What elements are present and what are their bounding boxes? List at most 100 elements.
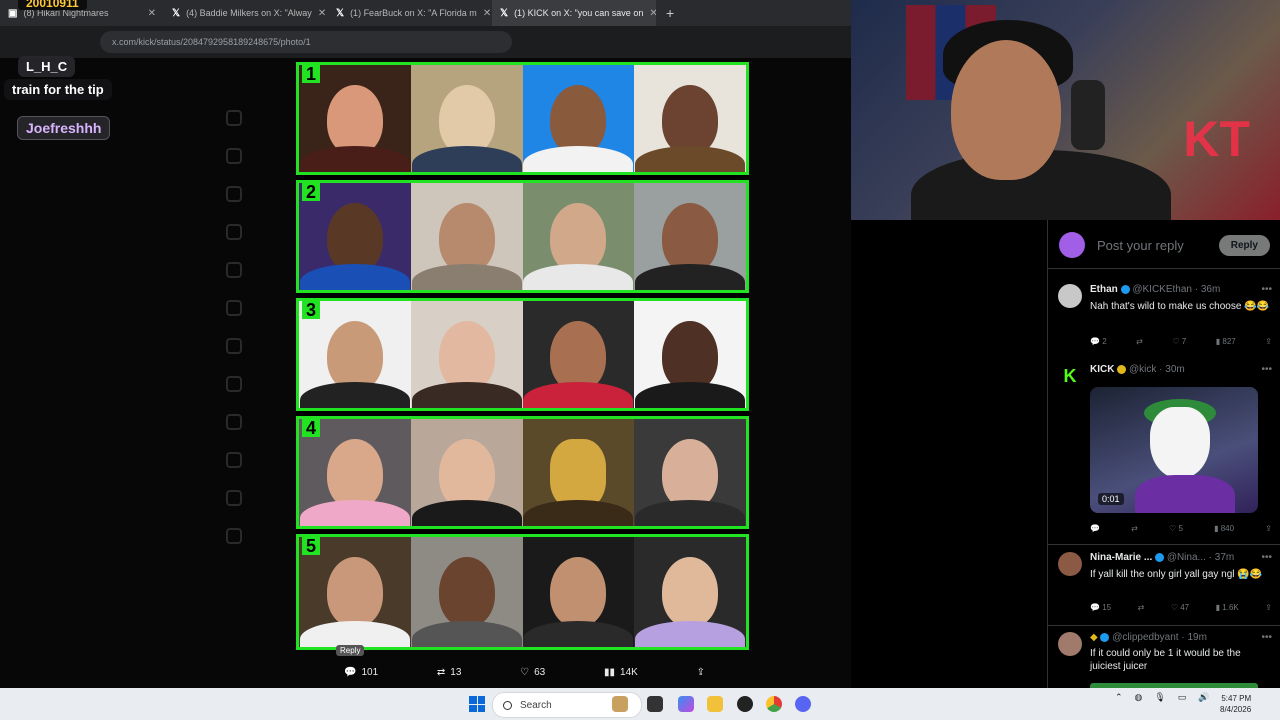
heart-icon[interactable]: ♡ 47 — [1171, 603, 1189, 612]
reply-item[interactable]: Nina-Marie ... @Nina... · 37m ••• If yal… — [1058, 552, 1272, 616]
chat-username-2-text: Joefreshhh — [26, 120, 102, 136]
tab-label: (1) KICK on X: "you can save on — [514, 8, 644, 18]
nav-more[interactable] — [226, 528, 242, 544]
display-icon[interactable]: ▭ — [1178, 692, 1187, 703]
portrait — [634, 183, 746, 290]
browser-tab[interactable]: 𝕏 (1) FearBuck on X: "A Florida m ✕ — [328, 0, 492, 26]
tweet-photo[interactable]: 1 2 3 4 5 — [296, 62, 749, 650]
views-icon[interactable]: ▮ 840 — [1214, 524, 1234, 533]
reply-item[interactable]: ◆ @clippedbyant · 19m ••• If it could on… — [1058, 632, 1272, 689]
more-icon[interactable]: ••• — [1261, 632, 1272, 643]
share-button[interactable]: ⇪ — [697, 667, 705, 678]
reply-header: Ethan @KICKEthan · 36m — [1090, 284, 1270, 295]
video-duration: 0:01 — [1098, 493, 1124, 505]
reply-icon[interactable]: 💬 15 — [1090, 603, 1111, 612]
heart-icon: ♡ — [520, 666, 530, 678]
reply-video[interactable]: 0:01 — [1090, 387, 1258, 513]
portrait — [522, 183, 635, 290]
reply-submit-button[interactable]: Reply — [1218, 234, 1270, 256]
bookmark-icon — [226, 376, 242, 392]
nav-articles[interactable] — [226, 452, 242, 468]
volume-icon[interactable]: 🔊 — [1198, 692, 1209, 703]
mic-icon[interactable]: 🎙 — [1154, 692, 1165, 703]
windows-start-icon[interactable] — [469, 696, 485, 712]
headphones-icon — [1071, 80, 1105, 150]
stat-value: 7 — [1181, 337, 1187, 346]
close-tab-icon[interactable]: ✕ — [318, 8, 326, 19]
heart-icon[interactable]: ♡ 7 — [1172, 337, 1186, 346]
nav-notifications[interactable] — [226, 186, 242, 202]
reply-icon[interactable]: 💬 2 — [1090, 337, 1107, 346]
stat-value: 840 — [1220, 524, 1235, 533]
nav-monetization[interactable] — [226, 338, 242, 354]
chevron-up-icon[interactable]: ⌃ — [1115, 692, 1123, 703]
nav-explore[interactable] — [226, 148, 242, 164]
portrait — [410, 419, 523, 526]
discord-icon[interactable] — [795, 696, 811, 712]
nav-creator[interactable] — [226, 414, 242, 430]
share-icon[interactable]: ⇪ — [1265, 524, 1272, 533]
portrait — [410, 183, 523, 290]
close-tab-icon[interactable]: ✕ — [148, 8, 156, 19]
browser-tab-bar: ▣ (8) Hikari Nightmares ✕ 𝕏 (4) Baddie Milk… — [0, 0, 851, 26]
system-tray: ⌃ ◍ 🎙 ▭ 🔊 — [1115, 692, 1210, 703]
stat-value: 47 — [1180, 603, 1190, 612]
reply-input[interactable]: Post your reply — [1097, 238, 1219, 253]
reply-icon[interactable]: 💬 — [1090, 524, 1100, 533]
more-icon[interactable]: ••• — [1261, 364, 1272, 375]
share-icon[interactable]: ⇪ — [1265, 603, 1272, 612]
nav-grok[interactable] — [226, 262, 242, 278]
copilot-icon[interactable] — [678, 696, 694, 712]
more-icon[interactable]: ••• — [1261, 284, 1272, 295]
close-tab-icon[interactable]: ✕ — [483, 8, 491, 19]
address-bar-row: x.com/kick/status/2084792958189248675/ph… — [0, 26, 851, 58]
repost-icon[interactable]: ⇄ — [1131, 524, 1138, 533]
more-icon — [226, 528, 242, 544]
article-icon — [226, 452, 242, 468]
close-tab-icon[interactable]: ✕ — [649, 8, 656, 19]
reply-item[interactable]: Ethan @KICKEthan · 36m ••• Nah that's wi… — [1058, 284, 1272, 346]
grid-row: 1 — [296, 62, 749, 175]
home-icon — [226, 110, 242, 126]
verified-icon — [1120, 284, 1130, 294]
reply-text: If yall kill the only girl yall gay ngl … — [1090, 569, 1263, 580]
search-icon — [503, 700, 512, 710]
reply-stats: 💬 ⇄ ♡ 5 ▮ 840 ⇪ — [1090, 524, 1272, 533]
like-button[interactable]: ♡ 63 — [520, 667, 545, 678]
nav-home[interactable] — [226, 110, 242, 126]
nav-chat[interactable] — [226, 224, 242, 240]
browser-tab[interactable]: 𝕏 (4) Baddie Milkers on X: "Alway ✕ — [164, 0, 328, 26]
verified-icon — [1100, 632, 1110, 642]
search-icon — [226, 148, 242, 164]
nav-premium[interactable] — [226, 300, 242, 316]
new-tab-button[interactable]: + — [656, 5, 684, 21]
portrait — [410, 301, 523, 408]
more-icon[interactable]: ••• — [1261, 552, 1272, 563]
widget-icon[interactable] — [612, 696, 628, 712]
avatar — [1059, 232, 1085, 258]
heart-icon[interactable]: ♡ 5 — [1169, 524, 1183, 533]
repost-icon[interactable]: ⇄ — [1136, 337, 1143, 346]
repost-button[interactable]: ⇄ 13 — [437, 667, 462, 678]
reply-handle: @clippedbyant — [1112, 632, 1179, 643]
share-icon: ⇪ — [696, 666, 705, 678]
file-explorer-icon[interactable] — [707, 696, 723, 712]
obs-icon[interactable] — [737, 696, 753, 712]
browser-tab-active[interactable]: 𝕏 (1) KICK on X: "you can save on ✕ — [492, 0, 656, 26]
taskbar-clock[interactable]: 5:47 PM 8/4/2026 — [1220, 693, 1251, 715]
nav-bookmarks[interactable] — [226, 376, 242, 392]
views-icon[interactable]: ▮ 1.6K — [1216, 603, 1239, 612]
reply-button[interactable]: 💬 101 — [344, 667, 378, 678]
nav-profile[interactable] — [226, 490, 242, 506]
address-bar[interactable]: x.com/kick/status/2084792958189248675/ph… — [100, 31, 512, 53]
reply-time: · 30m — [1159, 364, 1185, 375]
creator-icon — [226, 414, 242, 430]
task-view-icon[interactable] — [647, 696, 663, 712]
share-icon[interactable]: ⇪ — [1265, 337, 1272, 346]
views-icon[interactable]: ▮ 827 — [1216, 337, 1236, 346]
chat-message: train for the tip — [4, 79, 112, 100]
network-icon[interactable]: ◍ — [1135, 692, 1143, 703]
chrome-icon[interactable] — [766, 696, 782, 712]
views-button[interactable]: ▮▮ 14K — [604, 667, 638, 678]
repost-icon[interactable]: ⇄ — [1138, 603, 1145, 612]
